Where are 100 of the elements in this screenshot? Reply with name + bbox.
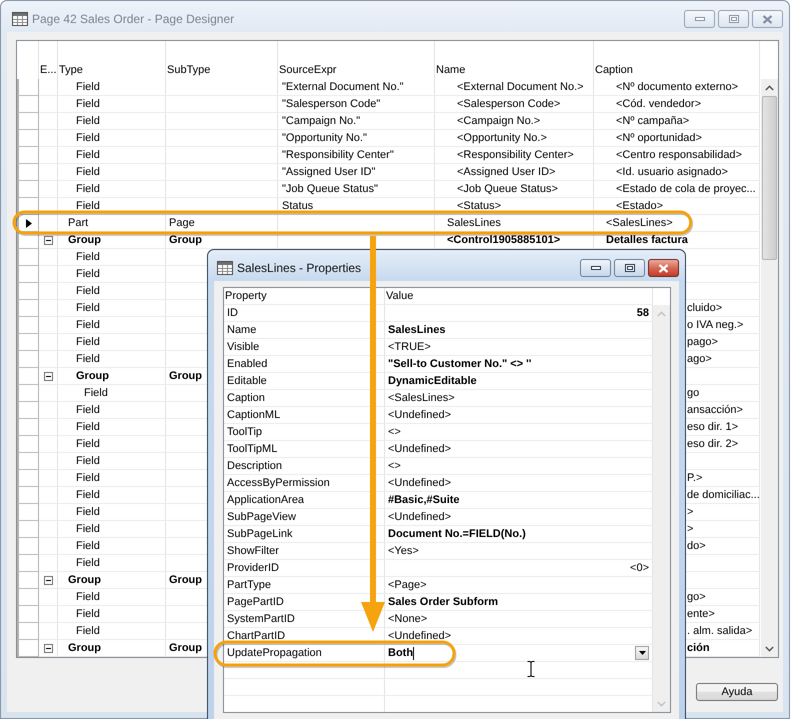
control-caption: do> <box>687 539 706 554</box>
control-caption: <Centro responsabilidad> <box>616 148 742 163</box>
control-type: Field <box>76 301 100 316</box>
maximize-icon <box>624 264 634 272</box>
column-header: SourceExpr <box>279 63 336 78</box>
control-name: <Opportunity No.> <box>457 131 547 146</box>
scroll-down-icon[interactable] <box>765 646 774 652</box>
property-name: ApplicationArea <box>227 493 304 508</box>
property-value: DynamicEditable <box>388 374 477 389</box>
collapse-icon[interactable] <box>44 236 53 244</box>
property-value: <Undefined> <box>388 510 451 525</box>
property-name: ProviderID <box>227 561 279 576</box>
close-button[interactable] <box>648 259 679 277</box>
control-type: Field <box>76 199 100 214</box>
collapse-icon[interactable] <box>44 576 53 584</box>
control-caption: P.> <box>687 471 702 486</box>
property-name: SubPageLink <box>227 527 292 542</box>
control-caption: <Estado de cola de proyec... <box>616 182 756 197</box>
control-type: Field <box>76 403 100 418</box>
control-type: Field <box>76 420 100 435</box>
vertical-scrollbar[interactable] <box>761 79 778 657</box>
control-type: Field <box>76 437 100 452</box>
control-type: Field <box>76 624 100 639</box>
control-caption: go <box>687 386 700 401</box>
property-value: <Undefined> <box>388 442 451 457</box>
property-name: ChartPartID <box>227 629 286 644</box>
control-type: Field <box>76 335 100 350</box>
source-expression: Status <box>282 199 314 214</box>
column-header: Property <box>225 289 267 304</box>
control-type: Field <box>76 250 100 265</box>
scroll-thumb[interactable] <box>762 96 777 260</box>
control-type: Field <box>76 505 100 520</box>
i-beam-cursor-icon <box>527 661 535 677</box>
row-selector[interactable] <box>17 215 39 232</box>
property-value: 58 <box>636 306 649 321</box>
control-name: <Status> <box>457 199 502 214</box>
minimize-icon <box>590 266 600 270</box>
property-value: <TRUE> <box>388 340 431 355</box>
caret-down-icon <box>638 651 646 655</box>
property-value: "Sell-to Customer No." <> '' <box>388 357 532 372</box>
control-name: <Assigned User ID> <box>457 165 556 180</box>
source-expression: "Salesperson Code" <box>282 97 380 112</box>
control-name: <Responsibility Center> <box>457 148 574 163</box>
control-type: Group <box>68 233 101 248</box>
control-name: <External Document No.> <box>457 80 584 95</box>
property-name: UpdatePropagation <box>227 646 322 661</box>
maximize-button[interactable] <box>614 259 645 277</box>
control-caption: ansacción> <box>687 403 743 418</box>
close-icon <box>762 14 773 24</box>
control-type: Part <box>68 216 88 231</box>
property-value: <0> <box>630 561 649 576</box>
window-title: Page 42 Sales Order - Page Designer <box>32 12 234 26</box>
control-caption: <Nº campaña> <box>616 114 690 129</box>
control-type: Field <box>76 488 100 503</box>
dropdown-button[interactable] <box>635 646 649 660</box>
control-caption: o IVA neg.> <box>687 318 744 333</box>
control-caption: cluido> <box>687 301 722 316</box>
control-type: Field <box>76 318 100 333</box>
property-name: Editable <box>227 374 267 389</box>
control-caption: eso dir. 2> <box>687 437 738 452</box>
control-type: Field <box>76 352 100 367</box>
control-type: Field <box>84 386 108 401</box>
source-expression: "External Document No." <box>282 80 404 95</box>
control-type: Field <box>76 182 100 197</box>
control-type: Field <box>76 284 100 299</box>
property-name: Caption <box>227 391 265 406</box>
minimize-icon <box>694 17 704 21</box>
column-header: Name <box>436 63 466 78</box>
property-value: <> <box>388 425 401 440</box>
control-name: <Salesperson Code> <box>457 97 560 112</box>
control-caption: <Nº oportunidad> <box>616 131 702 146</box>
minimize-button[interactable] <box>580 259 611 277</box>
control-caption: <Estado> <box>616 199 664 214</box>
source-expression: "Campaign No." <box>282 114 360 129</box>
property-value: <Page> <box>388 578 427 593</box>
window-title: SalesLines - Properties <box>237 261 362 275</box>
scroll-up-icon[interactable] <box>765 85 774 91</box>
property-value: <None> <box>388 612 428 627</box>
help-button[interactable]: Ayuda <box>696 683 778 701</box>
control-type: Field <box>76 97 100 112</box>
control-type: Field <box>76 539 100 554</box>
column-header: Caption <box>595 63 633 78</box>
property-name: PagePartID <box>227 595 284 610</box>
control-caption: pago> <box>687 335 718 350</box>
collapse-icon[interactable] <box>44 372 53 380</box>
control-type: Field <box>76 454 100 469</box>
control-caption: ago> <box>687 352 712 367</box>
control-subtype: Group <box>169 641 202 656</box>
collapse-icon[interactable] <box>44 644 53 652</box>
property-value: <Undefined> <box>388 629 451 644</box>
control-type: Group <box>68 573 101 588</box>
source-expression: "Opportunity No." <box>282 131 367 146</box>
property-name: Visible <box>227 340 260 355</box>
control-type: Field <box>76 114 100 129</box>
control-name: SalesLines <box>447 216 501 231</box>
control-caption: Detalles factura <box>606 233 688 248</box>
column-header: Type <box>59 63 83 78</box>
value-field[interactable]: Both <box>388 645 414 661</box>
property-name: Name <box>227 323 256 338</box>
property-name: SubPageView <box>227 510 296 525</box>
